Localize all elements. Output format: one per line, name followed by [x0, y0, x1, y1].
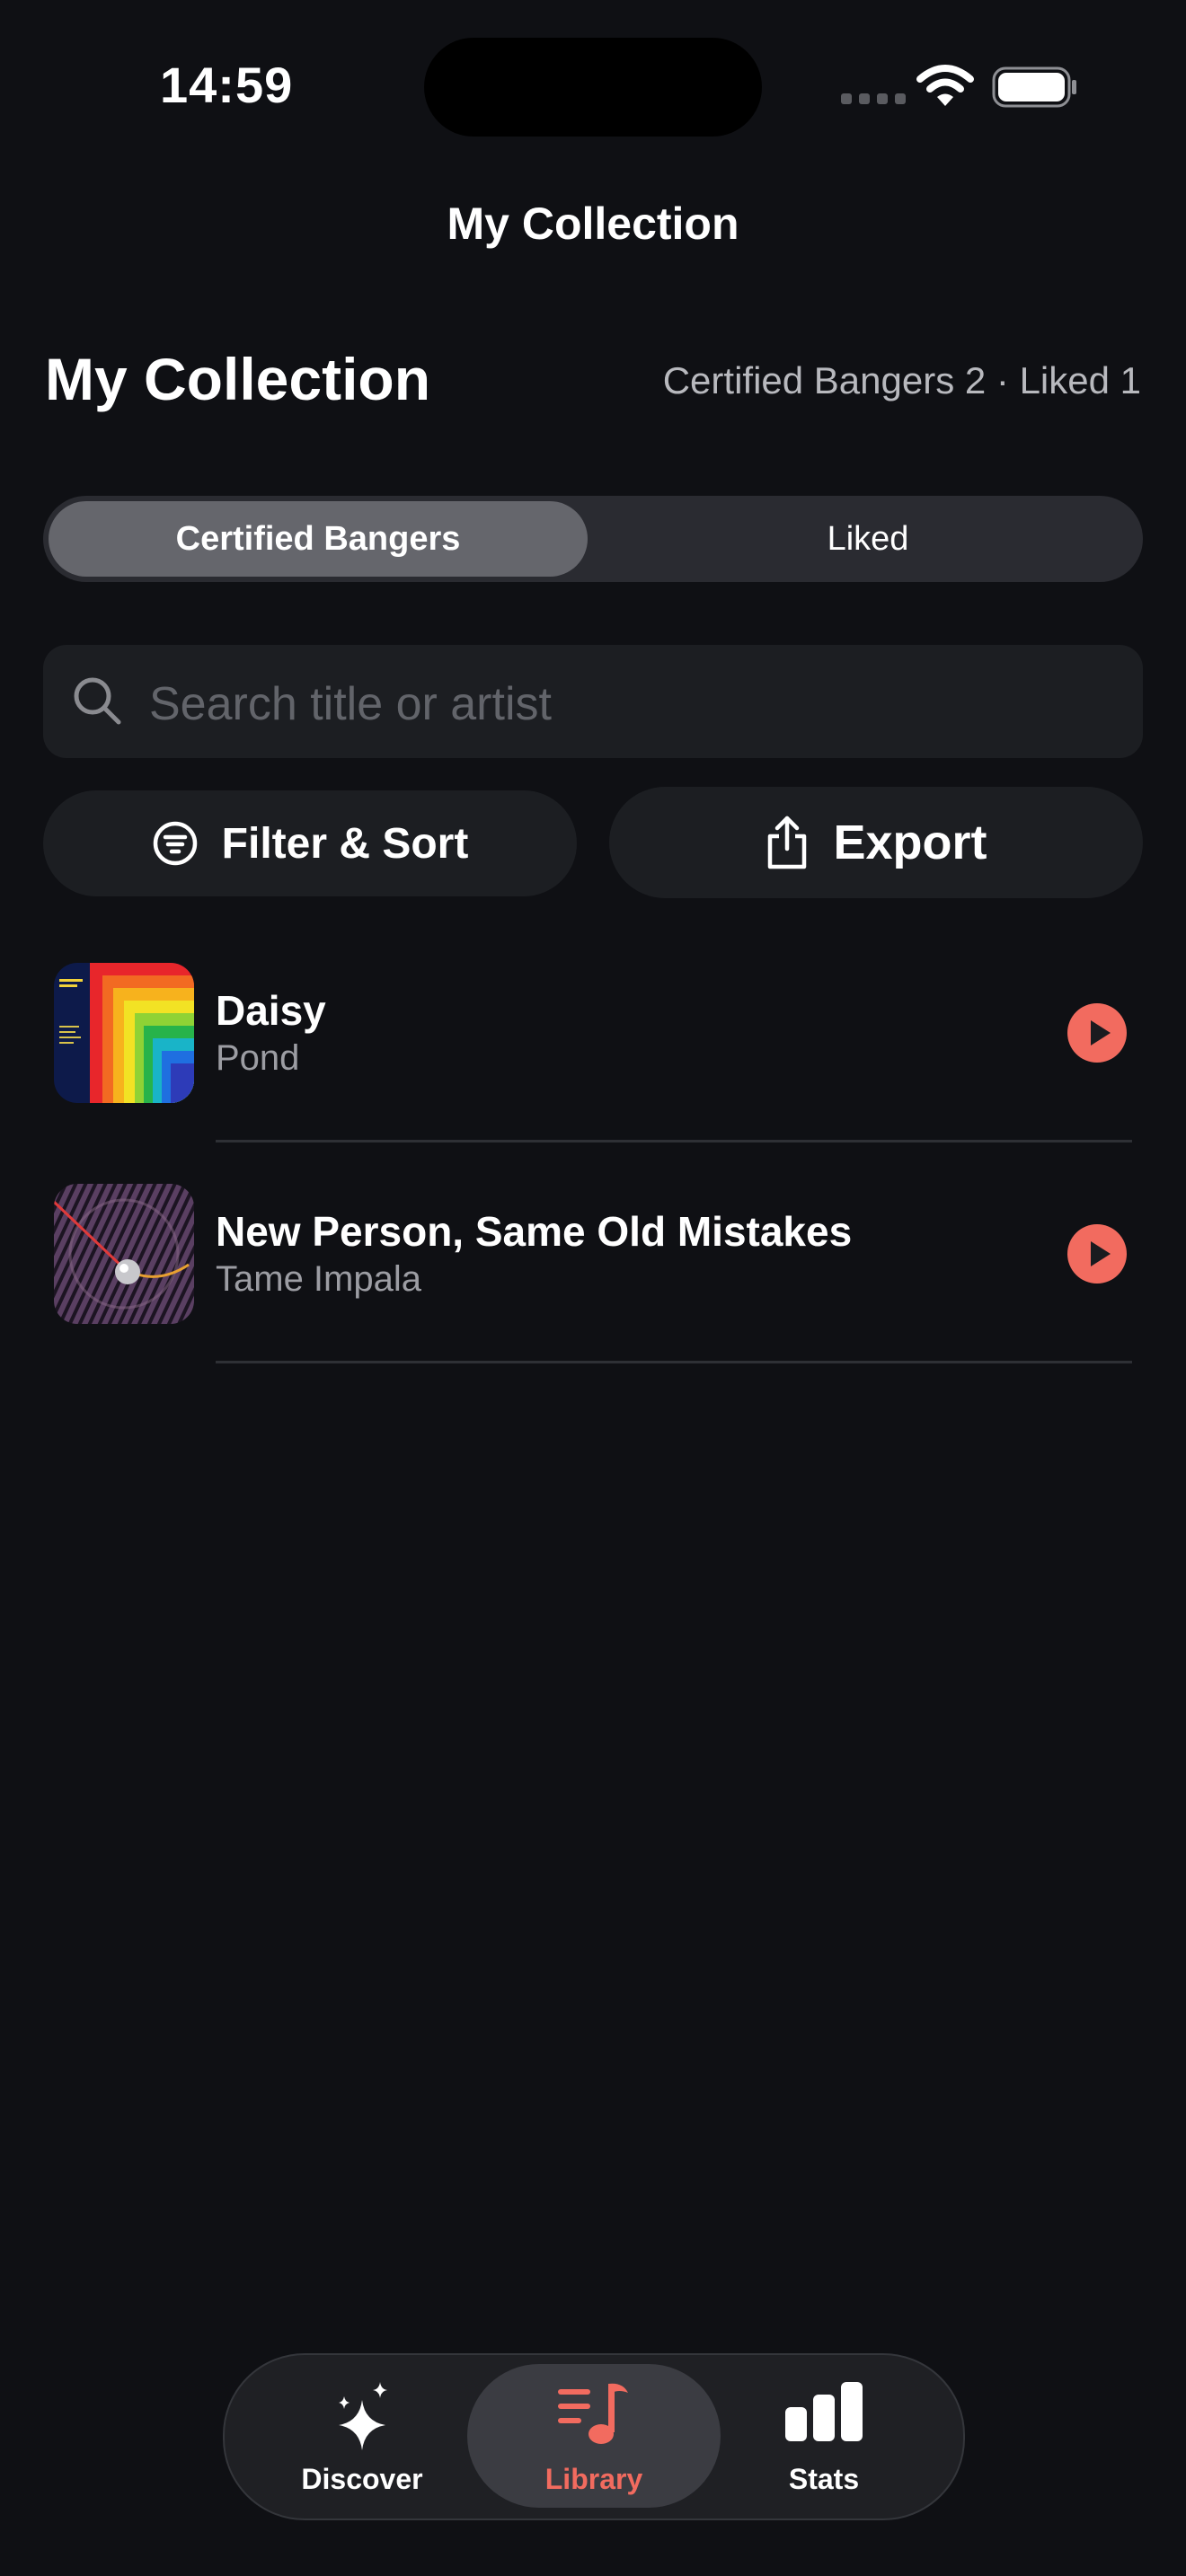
- tab-discover[interactable]: Discover: [235, 2364, 489, 2508]
- tab-label: Discover: [301, 2463, 423, 2495]
- segmented-control: Certified Bangers Liked: [43, 496, 1143, 582]
- search-input[interactable]: [147, 663, 1121, 745]
- track-artist: Pond: [216, 1038, 300, 1078]
- filter-icon: [153, 821, 197, 866]
- bar-chart-icon: [697, 2380, 951, 2443]
- sparkles-icon: [235, 2380, 489, 2454]
- share-icon: [768, 816, 807, 869]
- track-title: Daisy: [216, 987, 326, 1034]
- tab-library[interactable]: Library: [467, 2364, 721, 2508]
- export-label: Export: [833, 816, 987, 869]
- tab-label: Library: [544, 2463, 643, 2495]
- page-title: My Collection: [45, 346, 431, 412]
- tab-label: Stats: [788, 2463, 860, 2495]
- dynamic-island: [424, 38, 762, 137]
- music-library-icon: [467, 2380, 721, 2448]
- segment-liked[interactable]: Liked: [598, 501, 1137, 577]
- filter-sort-label: Filter & Sort: [221, 819, 469, 868]
- cellular-signal-icon: [841, 93, 906, 104]
- nav-title: My Collection: [447, 198, 739, 249]
- tab-stats[interactable]: Stats: [697, 2364, 951, 2508]
- wifi-icon: [916, 63, 974, 112]
- collection-counts: Certified Bangers 2 · Liked 1: [662, 359, 1141, 401]
- track-artist: Tame Impala: [216, 1259, 421, 1299]
- album-art-currents[interactable]: [54, 1184, 194, 1324]
- filter-sort-button[interactable]: Filter & Sort: [43, 790, 577, 896]
- row-divider: [216, 1140, 1132, 1142]
- track-title: New Person, Same Old Mistakes: [216, 1208, 853, 1255]
- battery-icon: [992, 66, 1078, 112]
- play-button[interactable]: [1067, 1224, 1127, 1284]
- export-button[interactable]: Export: [609, 787, 1143, 898]
- segment-certified-bangers[interactable]: Certified Bangers: [49, 501, 588, 577]
- search-icon: [72, 675, 124, 732]
- row-divider: [216, 1361, 1132, 1363]
- status-time: 14:59: [160, 57, 294, 113]
- album-art-daisy[interactable]: [54, 963, 194, 1103]
- play-button[interactable]: [1067, 1003, 1127, 1063]
